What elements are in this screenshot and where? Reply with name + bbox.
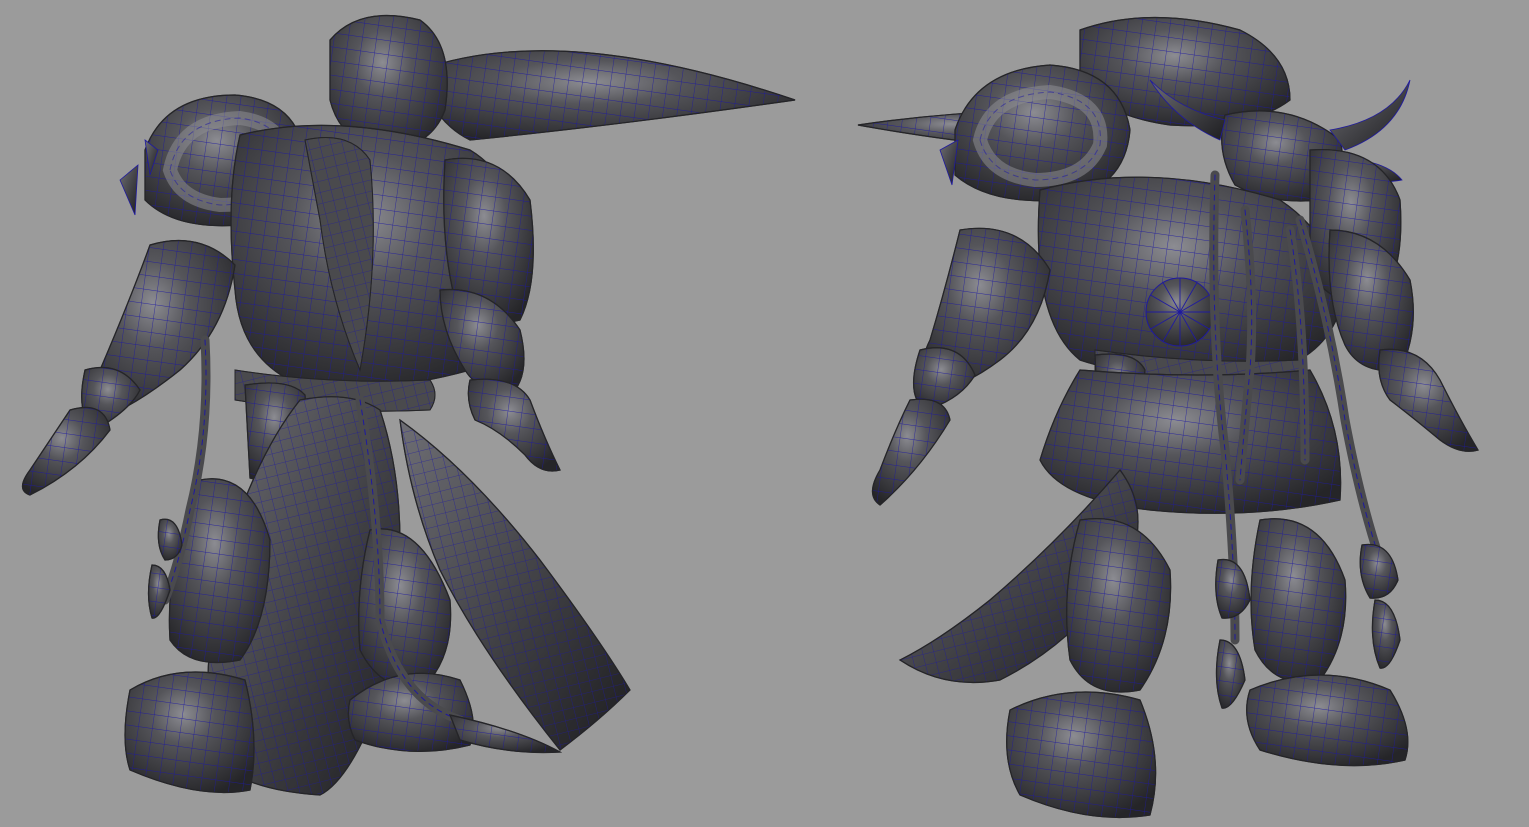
3d-viewport[interactable] (0, 0, 1529, 827)
leg-left-wire-overlay (124, 671, 255, 794)
leg-left-wire-overlay (1006, 691, 1157, 819)
viewport-canvas[interactable] (0, 0, 1529, 827)
leg-right-wire-overlay (1246, 674, 1409, 767)
loincloth-front (1039, 369, 1342, 514)
loincloth-front-wire-overlay (1039, 369, 1342, 514)
